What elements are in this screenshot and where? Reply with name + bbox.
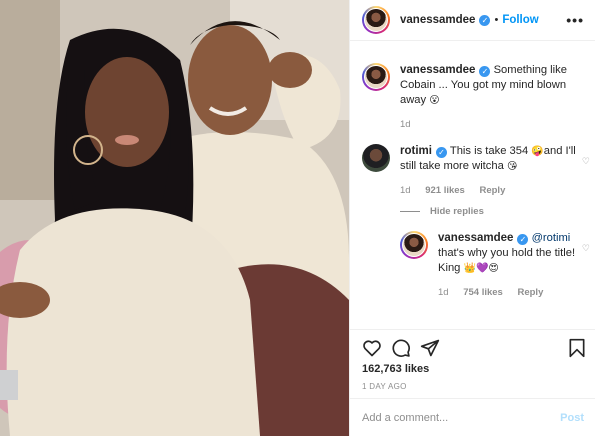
- photo-illustration: [0, 0, 349, 436]
- post-timestamp[interactable]: 1 DAY AGO: [362, 382, 407, 391]
- comment-meta: 1d 921 likes Reply: [400, 183, 576, 198]
- reply-mention[interactable]: @rotimi: [532, 232, 571, 244]
- reply-text-block: vanessamdee ✓ @rotimi that's why you hold…: [438, 231, 576, 276]
- caption-time[interactable]: 1d: [400, 119, 411, 130]
- reply-time[interactable]: 1d: [438, 287, 449, 298]
- reply-reply-button[interactable]: Reply: [517, 287, 543, 298]
- add-comment-input[interactable]: [362, 411, 561, 424]
- comment-composer: Post: [350, 398, 595, 436]
- comment-time[interactable]: 1d: [400, 185, 411, 196]
- comment-username[interactable]: rotimi: [400, 145, 432, 157]
- verified-badge-icon: ✓: [435, 147, 447, 158]
- reply-like-heart-icon[interactable]: ♡: [582, 241, 590, 256]
- comment-likes[interactable]: 921 likes: [425, 185, 465, 196]
- share-icon[interactable]: [420, 338, 440, 358]
- verified-badge-icon: ✓: [479, 14, 491, 26]
- more-options-icon[interactable]: •••: [566, 12, 584, 28]
- comment-item: rotimi ✓ This is take 354 🤪and I'll still…: [362, 144, 590, 198]
- reply-item: vanessamdee ✓ @rotimi that's why you hold…: [400, 231, 590, 300]
- post-header: vanessamdee ✓ • Follow •••: [350, 0, 595, 41]
- comment-text-block: rotimi ✓ This is take 354 🤪and I'll still…: [400, 144, 576, 174]
- verified-badge-icon: ✓: [479, 66, 491, 77]
- reply-username[interactable]: vanessamdee: [438, 232, 513, 244]
- reply-likes[interactable]: 754 likes: [463, 287, 503, 298]
- comment-emoji-1: 🤪: [531, 146, 544, 157]
- reply-avatar[interactable]: [400, 231, 428, 259]
- caption: vanessamdee ✓ Something like Cobain ... Y…: [362, 63, 590, 132]
- comment-emoji-2: 😘: [506, 161, 518, 172]
- comment-text: This is take 354: [449, 145, 532, 157]
- author-avatar[interactable]: [362, 6, 390, 34]
- comments-list[interactable]: vanessamdee ✓ Something like Cobain ... Y…: [350, 41, 595, 329]
- hide-replies-label: Hide replies: [430, 206, 484, 217]
- comment-like-heart-icon[interactable]: ♡: [582, 154, 590, 169]
- post-comment-button[interactable]: Post: [560, 412, 584, 424]
- hide-replies-line: [400, 211, 420, 212]
- comment-icon[interactable]: [391, 338, 411, 358]
- post-likes-count[interactable]: 162,763 likes: [362, 363, 429, 375]
- post-sidebar: vanessamdee ✓ • Follow ••• vanessamdee ✓ …: [349, 0, 595, 436]
- post-actions-area: 162,763 likes 1 DAY AGO: [350, 329, 595, 397]
- bookmark-icon[interactable]: [568, 338, 586, 358]
- caption-avatar[interactable]: [362, 63, 390, 91]
- author-username[interactable]: vanessamdee: [400, 14, 475, 26]
- action-bar: [362, 338, 586, 360]
- reply-text: that's why you hold the title! King: [438, 247, 576, 274]
- post-photo[interactable]: [0, 0, 349, 436]
- caption-meta: 1d: [400, 117, 590, 132]
- follow-button[interactable]: Follow: [502, 14, 538, 26]
- reply-emoji: 👑💜😍: [463, 263, 499, 274]
- commenter-avatar[interactable]: [362, 144, 390, 172]
- caption-text-block: vanessamdee ✓ Something like Cobain ... Y…: [400, 63, 590, 108]
- verified-badge-icon: ✓: [517, 234, 529, 245]
- caption-username[interactable]: vanessamdee: [400, 64, 475, 76]
- header-dot-separator: •: [494, 14, 499, 26]
- reply-meta: 1d 754 likes Reply: [438, 285, 576, 300]
- comment-reply-button[interactable]: Reply: [479, 185, 505, 196]
- heart-icon[interactable]: [362, 338, 382, 358]
- hide-replies-button[interactable]: Hide replies: [400, 206, 484, 217]
- caption-emoji: 😮: [429, 95, 440, 106]
